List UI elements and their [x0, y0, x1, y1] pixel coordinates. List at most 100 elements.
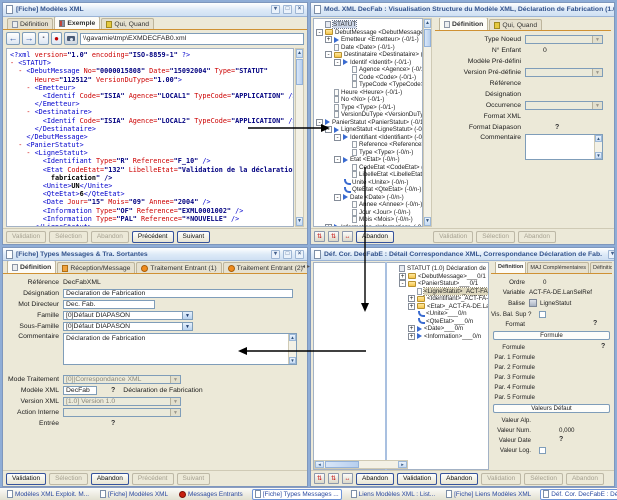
pane-close-button[interactable]: ×	[295, 250, 304, 259]
tree-item-codeetat-codeetat-0-n[interactable]: CodeEtat <CodeEtat> (-0/n-)	[314, 164, 422, 172]
scroll-up-icon[interactable]: ▲	[289, 334, 296, 341]
tree-item-reference-reference-0[interactable]: Reference <Reference> (-0/n-)	[314, 141, 422, 149]
tree-item-lignestatut-lignestatut[interactable]: -LigneStatut <LigneStatut> (-0/n-)	[314, 126, 422, 134]
tab-traitement-entrant-1[interactable]: Traitement Entrant (1)	[136, 262, 221, 273]
refresh-button[interactable]: ▪	[38, 32, 49, 45]
help-button[interactable]: ?	[529, 343, 605, 351]
sous-famille-select[interactable]: [0]Défaut DIAPASON▼	[63, 322, 193, 331]
expand-toggle-icon[interactable]: -	[325, 51, 332, 58]
pane-menu-button[interactable]: ▾	[271, 250, 280, 259]
splitter[interactable]	[385, 262, 387, 470]
xml-vertical-scrollbar[interactable]: ▲ ▼	[295, 48, 304, 227]
help-button[interactable]: ?	[525, 124, 559, 132]
stop-button[interactable]: ●	[51, 32, 62, 45]
expand-toggle-icon[interactable]: -	[316, 119, 323, 126]
expand-toggle-icon[interactable]: +	[399, 273, 406, 280]
pane-menu-button[interactable]: ▾	[608, 250, 614, 259]
expand-toggle-icon[interactable]: -	[334, 194, 341, 201]
abandon-button[interactable]: Abandon	[91, 473, 129, 485]
pager-icon-3[interactable]: ↔	[342, 231, 353, 242]
tree-item-statut-1-0-declaration-d[interactable]: STATUT (1.0) Déclaration de Fabrication	[388, 265, 488, 273]
precedent-button[interactable]: Précédent	[132, 231, 174, 243]
mot-directeur-input[interactable]: Dec. Fab.	[63, 300, 155, 309]
tab-qui-quand[interactable]: Qui, Quand	[489, 19, 542, 30]
scroll-down-icon[interactable]: ▼	[296, 217, 303, 226]
tree-item-date-date-0-n[interactable]: -Date <Date> (-0/n-)	[314, 194, 422, 202]
nav-forward-button[interactable]: →	[22, 32, 36, 45]
tree-item-lignestatut-act-fa-de-la[interactable]: <LigneStatut>_ACT-FA-DE.LanSelRef_C__0/n	[388, 288, 488, 296]
scrollbar-thumb[interactable]	[325, 461, 359, 468]
expand-toggle-icon[interactable]: -	[334, 59, 341, 66]
tab-reception-message[interactable]: Réception/Message	[57, 262, 135, 273]
pane-float-button[interactable]: □	[283, 5, 292, 14]
tab-exemple[interactable]: Exemple	[54, 17, 100, 29]
scroll-up-icon[interactable]: ▲	[424, 19, 431, 28]
pager-icon-2[interactable]: ⇅	[328, 473, 339, 484]
pane-menu-button[interactable]: ▾	[271, 5, 280, 14]
taskbar-item-liens-modeles-xml-list[interactable]: Liens Modèles XML : List...	[349, 489, 438, 500]
tree-item-etat-etat-0-n[interactable]: -Etat <Etat> (-0/n-)	[314, 156, 422, 164]
tree-item-date-0-n[interactable]: +<Date>___0/n	[388, 325, 488, 333]
expand-toggle-icon[interactable]: -	[399, 280, 406, 287]
tree-item-information-0-n[interactable]: +<Information>___0/n	[388, 333, 488, 341]
tab-qui-quand[interactable]: Qui, Quand	[101, 18, 154, 29]
pager-icon-1[interactable]: ⇅	[314, 231, 325, 242]
tree-item-date-date-0-1[interactable]: Date <Date> (-0/1-)	[314, 44, 422, 52]
expand-toggle-icon[interactable]: +	[408, 295, 415, 302]
structure-tree-scrollbar[interactable]: ▲ ▼	[423, 18, 432, 227]
tab-maj-complementaires[interactable]: MAJ Complémentaires	[527, 262, 589, 273]
help-button[interactable]: ?	[111, 420, 115, 428]
tree-item-statut[interactable]: STATUT	[314, 21, 422, 29]
scroll-left-icon[interactable]: ◂	[315, 461, 324, 468]
tree-item-etat-act-fa-de-lanselfab[interactable]: +<Etat>_ACT-FA-DE.LanSelFabQteDec_N__0/n	[388, 303, 488, 311]
abandon-button[interactable]: Abandon	[356, 231, 394, 243]
tree-item-panierstatut-0-1[interactable]: -<PanierStatut>___0/1	[388, 280, 488, 288]
modele-xml-input[interactable]: DecFab	[63, 386, 97, 395]
pager-icon-3[interactable]: ↔	[342, 473, 353, 484]
tab-definition[interactable]: Définition	[7, 261, 56, 273]
tab-definition[interactable]: Définition	[495, 262, 526, 273]
tree-item-no-no-0-1[interactable]: No <No> (-0/1-)	[314, 96, 422, 104]
tree-item-qteetat-qteetat-0-n[interactable]: QteEtat <QteEtat> (-0/n-)	[314, 186, 422, 194]
tree-item-annee-annee-0-n[interactable]: Annee <Annee> (-0/n-)	[314, 201, 422, 209]
validation-button[interactable]: Validation	[6, 473, 46, 485]
taskbar-item-modeles-xml-exploit-m[interactable]: Modèles XML Exploit. M...	[5, 489, 91, 500]
help-button[interactable]: ?	[111, 387, 115, 395]
expand-toggle-icon[interactable]: +	[325, 224, 332, 227]
tree-item-information-information[interactable]: +Information <Information> (-0/n-)	[314, 224, 422, 228]
suivant-button[interactable]: Suivant	[177, 231, 211, 243]
camera-button[interactable]	[64, 32, 78, 45]
chevron-down-icon[interactable]: ▼	[182, 323, 192, 330]
taskbar-item-fiche-modeles-xml[interactable]: [Fiche] Modèles XML	[98, 489, 170, 500]
expand-toggle-icon[interactable]: -	[334, 134, 341, 141]
valeurs-defaut-button[interactable]: Valeurs Défaut	[493, 404, 610, 413]
abandon-button[interactable]: Abandon	[356, 473, 394, 485]
tree-item-libelleetat-libelleetat[interactable]: LibelleEtat <LibelleEtat> (-0/n-)	[314, 171, 422, 179]
pager-icon-1[interactable]: ⇅	[314, 473, 325, 484]
scrollbar-thumb[interactable]	[296, 59, 303, 85]
tab-definition[interactable]: Définition	[439, 18, 488, 30]
tree-item-identifiant-identifiant[interactable]: -Identifiant <Identifiant> (-0/n-)	[314, 134, 422, 142]
tree-item-destinataire-destinataire[interactable]: -Destinataire <Destinataire> (-0/1-)	[314, 51, 422, 59]
tree-item-heure-heure-0-1[interactable]: Heure <Heure> (-0/1-)	[314, 89, 422, 97]
tree-item-mois-mois-0-n[interactable]: Mois <Mois> (-0/n-)	[314, 216, 422, 224]
taskbar-item-fiche-liens-modeles-xml[interactable]: [Fiche] Liens Modèles XML	[444, 489, 533, 500]
expand-toggle-icon[interactable]: +	[325, 36, 332, 43]
expand-toggle-icon[interactable]: -	[316, 29, 323, 36]
tree-item-jour-jour-0-n[interactable]: Jour <Jour> (-0/n-)	[314, 209, 422, 217]
help-button[interactable]: ?	[529, 320, 597, 328]
tab-scroll-right-icon[interactable]: ▸	[307, 263, 310, 270]
formule-button[interactable]: Formule	[493, 331, 610, 340]
designation-input[interactable]: Declaration de Fabrication	[63, 289, 293, 298]
expand-toggle-icon[interactable]: +	[408, 325, 415, 332]
tree-item-code-code-0-1[interactable]: Code <Code> (-0/1-)	[314, 74, 422, 82]
chevron-down-icon[interactable]: ▼	[182, 312, 192, 319]
tree-item-agence-agence-0-1[interactable]: Agence <Agence> (-0/1-)	[314, 66, 422, 74]
pager-icon-2[interactable]: ⇅	[328, 231, 339, 242]
tree-item-versiondutype-versionduty[interactable]: VersionDuType <VersionDuType> (-0/1-)	[314, 111, 422, 119]
taskbar-item-def-cor-decfabe-det[interactable]: Déf. Cor. DecFabE : Dét...	[540, 489, 617, 500]
scroll-down-icon[interactable]: ▼	[424, 217, 431, 226]
taskbar-item-messages-entrants[interactable]: Messages Entrants	[177, 489, 245, 500]
expand-toggle-icon[interactable]: +	[408, 333, 415, 340]
expand-toggle-icon[interactable]: -	[325, 126, 332, 133]
